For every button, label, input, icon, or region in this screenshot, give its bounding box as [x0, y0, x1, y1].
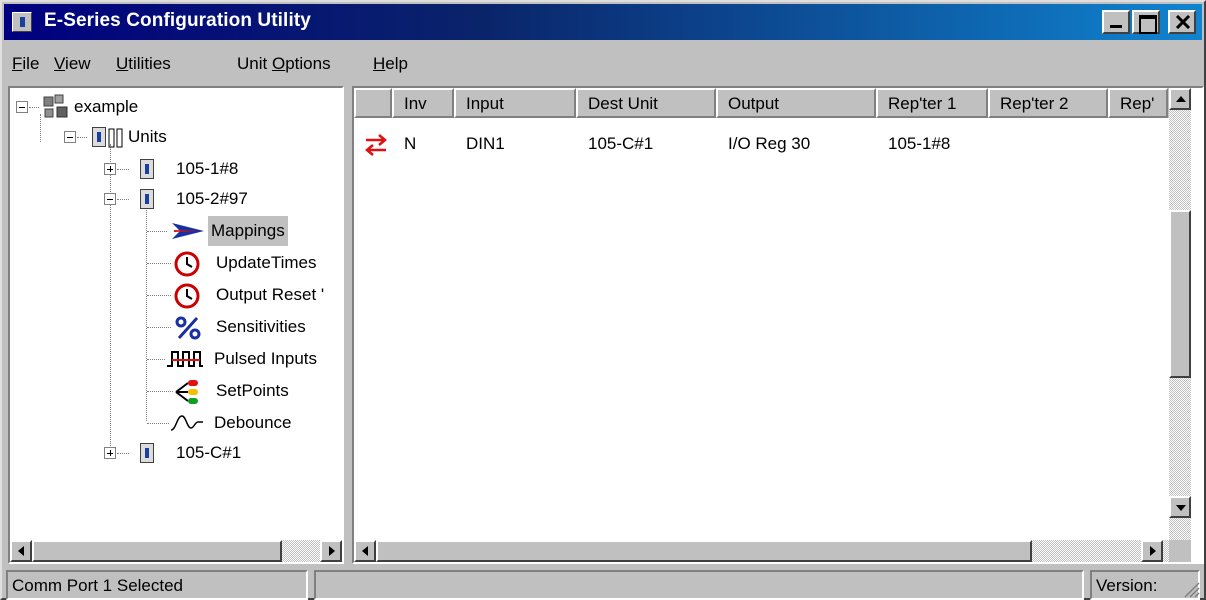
arrow-down-icon	[1176, 505, 1186, 511]
grid-horizontal-scrollbar[interactable]	[354, 540, 1169, 562]
percent-icon	[175, 316, 201, 340]
arrow-right-icon	[1150, 546, 1156, 556]
app-icon[interactable]	[12, 12, 32, 32]
cell-inv: N	[404, 134, 417, 153]
rack-icon	[108, 128, 123, 148]
tree-label-unit: 105-1#8	[176, 159, 239, 178]
column-header-output[interactable]: Output	[716, 88, 876, 118]
app-window: E-Series Configuration Utility File View…	[0, 0, 1206, 600]
tree-item-setpoints[interactable]: SetPoints	[10, 376, 340, 406]
collapse-icon[interactable]	[104, 193, 116, 205]
unit-icon	[140, 443, 154, 463]
tree-label-root: example	[74, 97, 139, 116]
scroll-thumb[interactable]	[1169, 210, 1191, 378]
pulse-icon	[167, 351, 203, 367]
tree-label-mappings: Mappings	[208, 216, 288, 246]
unit-icon	[140, 159, 154, 179]
tree-label-unit: 105-C#1	[176, 443, 242, 462]
tree-item-output-reset[interactable]: Output Reset '	[10, 280, 340, 310]
maximize-button[interactable]	[1132, 10, 1160, 34]
network-icon	[43, 94, 68, 118]
swap-arrows-icon	[365, 134, 387, 156]
tree-label-units: Units	[128, 127, 167, 146]
column-header-indicator[interactable]	[354, 88, 392, 118]
tree-item-pulsed-inputs[interactable]: Pulsed Inputs	[10, 344, 340, 374]
menu-view[interactable]: View	[54, 54, 91, 74]
scroll-right-button[interactable]	[1141, 540, 1163, 562]
column-header-repeater-1[interactable]: Rep'ter 1	[876, 88, 988, 118]
arrow-up-icon	[1176, 96, 1186, 102]
cell-repeater-1: 105-1#8	[888, 134, 951, 153]
window-title: E-Series Configuration Utility	[44, 10, 311, 31]
mapping-arrow-icon	[172, 223, 204, 239]
tree-label-pulsed-inputs: Pulsed Inputs	[214, 349, 318, 368]
column-header-input[interactable]: Input	[454, 88, 576, 118]
setpoints-icon	[175, 380, 198, 404]
minimize-button[interactable]	[1102, 10, 1130, 34]
expand-icon[interactable]	[104, 163, 116, 175]
tree-horizontal-scrollbar[interactable]	[10, 540, 342, 562]
collapse-icon[interactable]	[16, 101, 28, 113]
close-button[interactable]	[1168, 10, 1196, 34]
menu-unit-options[interactable]: Unit Options	[237, 54, 331, 74]
tree-pane[interactable]: example Units 105-1#8 105-2#97 Mappings …	[8, 86, 344, 564]
arrow-left-icon	[18, 546, 24, 556]
arrow-right-icon	[329, 546, 335, 556]
clock-icon	[174, 283, 200, 309]
unit-icon	[140, 189, 154, 209]
menu-help[interactable]: Help	[373, 54, 408, 74]
status-comm-port: Comm Port 1 Selected	[6, 570, 308, 600]
cell-dest-unit: 105-C#1	[588, 134, 654, 153]
expand-icon[interactable]	[104, 447, 116, 459]
scroll-up-button[interactable]	[1169, 88, 1191, 110]
tree-item-unit[interactable]: 105-1#8	[10, 154, 340, 184]
status-middle	[314, 570, 1084, 600]
scroll-thumb[interactable]	[32, 540, 282, 562]
menu-bar: File View Utilities Unit Options Help	[4, 48, 1202, 78]
tree-item-updatetimes[interactable]: UpdateTimes	[10, 248, 340, 278]
tree-label-unit: 105-2#97	[176, 189, 248, 208]
scrollbar-corner	[1169, 540, 1191, 562]
tree-item-debounce[interactable]: Debounce	[10, 408, 340, 438]
resize-grip-icon[interactable]	[1182, 580, 1200, 598]
mappings-grid[interactable]: Inv Input Dest Unit Output Rep'ter 1 Rep…	[352, 86, 1204, 564]
clock-icon	[174, 251, 200, 277]
tree-item-unit[interactable]: 105-C#1	[10, 438, 340, 468]
unit-icon	[92, 127, 106, 147]
tree-item-root[interactable]: example	[10, 92, 340, 122]
grid-header: Inv Input Dest Unit Output Rep'ter 1 Rep…	[354, 88, 1169, 118]
scroll-right-button[interactable]	[320, 540, 342, 562]
menu-utilities[interactable]: Utilities	[116, 54, 171, 74]
scroll-left-button[interactable]	[354, 540, 376, 562]
tree-label-sensitivities: Sensitivities	[216, 317, 306, 336]
debounce-wave-icon	[170, 415, 203, 431]
tree-item-mappings[interactable]: Mappings	[10, 216, 340, 246]
menu-file[interactable]: File	[12, 54, 39, 74]
arrow-left-icon	[362, 546, 368, 556]
column-header-repeater-3[interactable]: Rep'	[1108, 88, 1168, 118]
column-header-dest-unit[interactable]: Dest Unit	[576, 88, 716, 118]
scroll-left-button[interactable]	[10, 540, 32, 562]
collapse-icon[interactable]	[64, 131, 76, 143]
scroll-down-button[interactable]	[1169, 496, 1191, 518]
cell-input: DIN1	[466, 134, 505, 153]
tree-item-sensitivities[interactable]: Sensitivities	[10, 312, 340, 342]
column-header-repeater-2[interactable]: Rep'ter 2	[988, 88, 1108, 118]
tree-label-debounce: Debounce	[214, 413, 292, 432]
tree-label-setpoints: SetPoints	[216, 381, 289, 400]
tree-label-updatetimes: UpdateTimes	[216, 253, 317, 272]
cell-output: I/O Reg 30	[728, 134, 811, 153]
tree-label-output-reset: Output Reset '	[216, 285, 325, 304]
grid-vertical-scrollbar[interactable]	[1169, 88, 1191, 540]
scroll-thumb[interactable]	[376, 540, 1032, 562]
column-header-inv[interactable]: Inv	[392, 88, 454, 118]
title-bar[interactable]: E-Series Configuration Utility	[4, 4, 1202, 40]
tree-item-unit[interactable]: 105-2#97	[10, 184, 340, 214]
tree-item-units[interactable]: Units	[10, 122, 340, 152]
close-icon	[1175, 15, 1191, 29]
